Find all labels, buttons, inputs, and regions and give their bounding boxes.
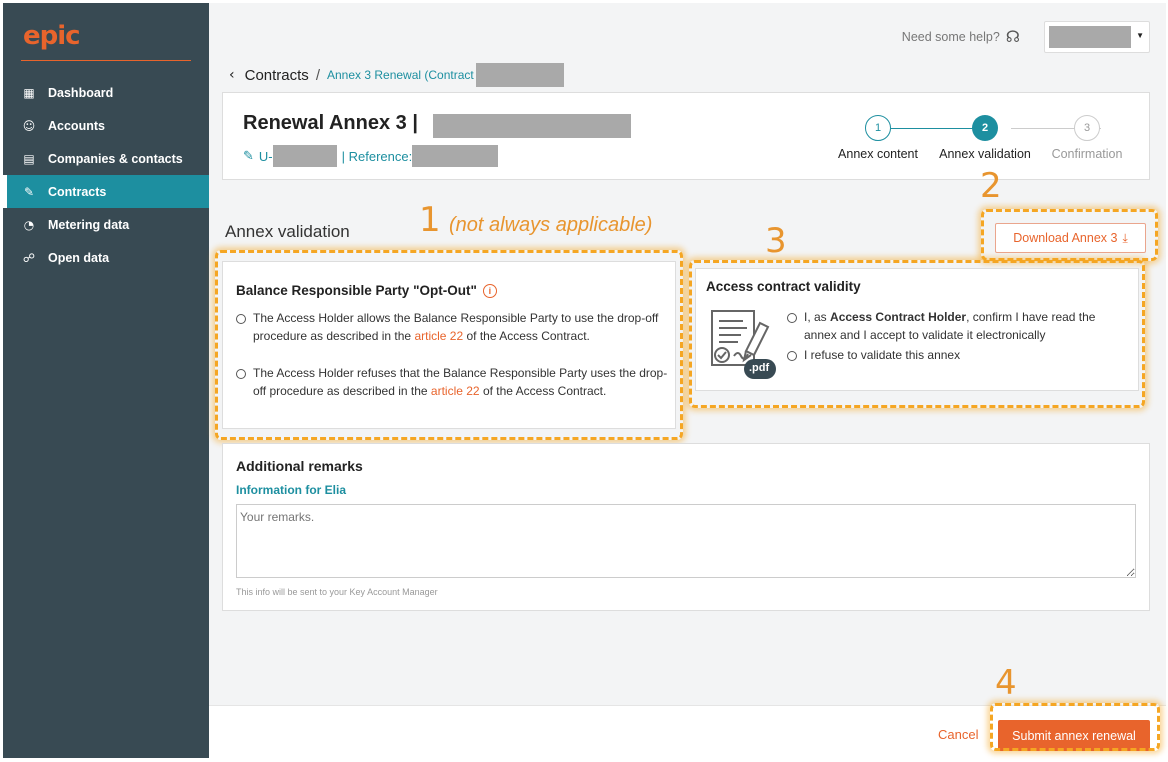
annotation-1-note: (not always applicable) (449, 214, 653, 236)
open-data-icon: ☍ (22, 250, 36, 265)
annotation-4: 4 (995, 663, 1017, 703)
step-3-label: Confirmation (1051, 147, 1123, 161)
breadcrumb-separator: / (315, 66, 320, 84)
sidebar: epic ▦ Dashboard ☺ Accounts ▤ Companies … (3, 3, 209, 758)
remarks-card: Additional remarks Information for Elia … (222, 443, 1150, 611)
sidebar-item-contracts[interactable]: ✎ Contracts (3, 175, 209, 208)
sidebar-item-dashboard[interactable]: ▦ Dashboard (3, 76, 209, 109)
section-title: Annex validation (225, 222, 350, 241)
sidebar-item-label: Companies & contacts (48, 151, 183, 166)
step-2-circle: 2 (972, 115, 998, 141)
accounts-icon: ☺ (22, 118, 36, 133)
companies-icon: ▤ (23, 151, 35, 166)
download-label: Download Annex 3 (1013, 231, 1118, 245)
sidebar-item-label: Accounts (48, 118, 105, 133)
annotation-2: 2 (980, 166, 1002, 206)
step-3-circle: 3 (1074, 115, 1100, 141)
step-1-circle: 1 (865, 115, 891, 141)
help-text: Need some help? (901, 29, 1000, 44)
contract-reference-line: ✎ U- | Reference: (243, 145, 499, 167)
breadcrumb-parent[interactable]: Contracts (245, 67, 309, 84)
redacted-username (1049, 26, 1131, 48)
sidebar-item-accounts[interactable]: ☺ Accounts (3, 109, 209, 142)
annotation-3: 3 (765, 221, 787, 261)
redacted-reference (412, 145, 499, 167)
redacted-contract-id (272, 145, 337, 167)
remarks-subtitle: Information for Elia (236, 483, 347, 497)
help-link[interactable]: Need some help? ☊ (902, 27, 1020, 46)
main-content: Need some help? ☊ ▼ ‹ Contracts / Annex … (209, 3, 1166, 758)
redacted-contract-number (475, 63, 564, 87)
dashboard-icon: ▦ (23, 85, 35, 100)
highlight-opt-out (215, 250, 683, 440)
sidebar-nav: ▦ Dashboard ☺ Accounts ▤ Companies & con… (3, 76, 209, 274)
highlight-validity (689, 260, 1145, 408)
sidebar-item-label: Open data (48, 250, 110, 265)
sidebar-item-label: Dashboard (48, 85, 114, 100)
page-title-text: Renewal Annex 3 | (243, 112, 418, 134)
caret-down-icon: ▼ (1136, 31, 1144, 40)
page-title: Renewal Annex 3 | (243, 112, 631, 138)
sidebar-item-metering-data[interactable]: ◔ Metering data (3, 208, 209, 241)
headset-icon: ☊ (1005, 27, 1020, 46)
reference-label: | Reference: (341, 148, 413, 164)
download-icon: ⤓ (1122, 230, 1128, 245)
remarks-title: Additional remarks (236, 458, 363, 474)
epic-logo[interactable]: epic (23, 21, 81, 51)
step-1-label: Annex content (838, 147, 918, 161)
contract-id-prefix: U- (258, 148, 273, 164)
user-account-dropdown[interactable]: ▼ (1044, 21, 1150, 53)
metering-icon: ◔ (23, 217, 35, 232)
sidebar-item-label: Contracts (48, 184, 107, 199)
download-annex-button[interactable]: Download Annex 3 ⤓ (995, 223, 1146, 253)
edit-document-icon: ✎ (243, 148, 254, 164)
cancel-button[interactable]: Cancel (938, 727, 978, 742)
sidebar-item-companies-contacts[interactable]: ▤ Companies & contacts (3, 142, 209, 175)
header-card: Renewal Annex 3 | ✎ U- | Reference: 1 2 … (222, 92, 1150, 180)
breadcrumb: ‹ Contracts / Annex 3 Renewal (Contract (229, 63, 564, 87)
remarks-note: This info will be sent to your Key Accou… (236, 587, 438, 597)
logo-divider (21, 60, 191, 61)
highlight-submit (990, 703, 1160, 751)
annotation-1: 1 (419, 200, 441, 240)
redacted-title (433, 114, 631, 138)
step-2-label: Annex validation (939, 147, 1031, 161)
chevron-left-icon[interactable]: ‹ (229, 67, 235, 83)
sidebar-item-open-data[interactable]: ☍ Open data (3, 241, 209, 274)
remarks-textarea[interactable] (236, 504, 1136, 578)
sidebar-item-label: Metering data (48, 217, 130, 232)
breadcrumb-current: Annex 3 Renewal (Contract (326, 68, 474, 82)
contracts-icon: ✎ (23, 184, 35, 199)
